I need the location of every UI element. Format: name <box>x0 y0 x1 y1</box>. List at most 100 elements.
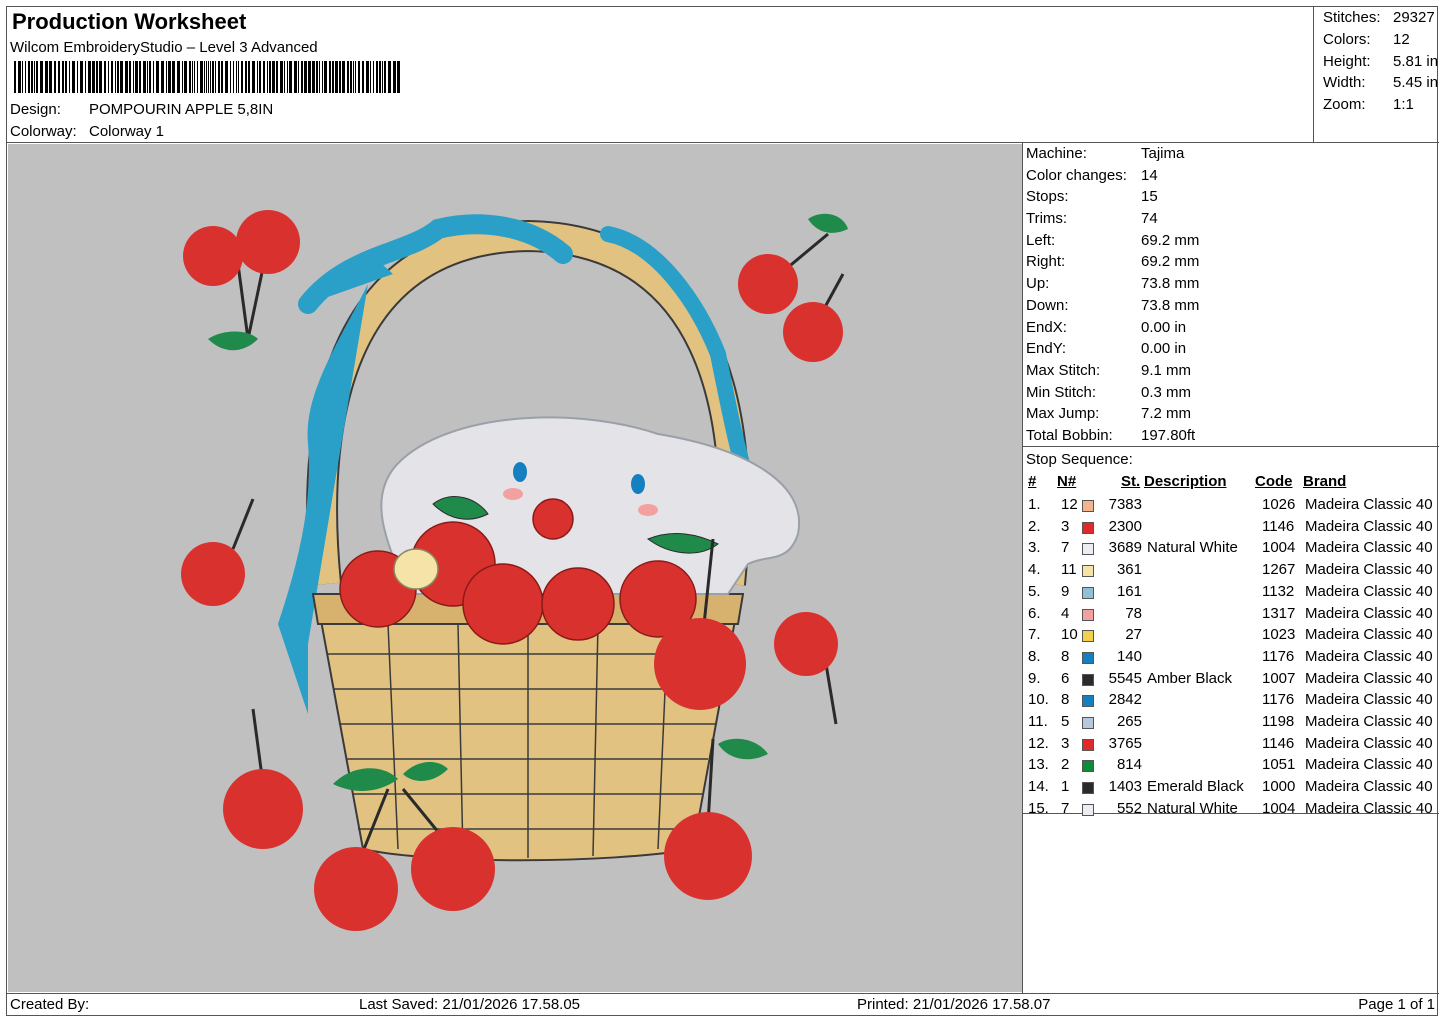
machine-row: Up: 73.8 mm <box>1025 275 1439 297</box>
stop-row: 2. 3 2300 1146 Madeira Classic 40 <box>1025 518 1439 540</box>
machine-row-value: 0.3 mm <box>1141 383 1192 401</box>
stop-stitches: 2842 <box>1108 691 1142 709</box>
stop-stitches: 265 <box>1116 713 1142 730</box>
barcode-image <box>14 61 400 93</box>
col-header-code: Code <box>1255 473 1293 490</box>
stop-stitches: 161 <box>1116 582 1142 600</box>
machine-row-label: Max Jump: <box>1026 405 1100 423</box>
stop-row: 12. 3 3765 1146 Madeira Classic 40 <box>1025 735 1439 757</box>
stop-index: 4. <box>1028 561 1041 579</box>
stop-row: 15. 7 552 Natural White 1004 Madeira Classic … <box>1025 800 1439 822</box>
stop-needle: 8 <box>1061 647 1070 665</box>
machine-row-value: 15 <box>1141 188 1158 206</box>
machine-row-label: Machine: <box>1026 145 1087 162</box>
machine-row-label: Trims: <box>1026 210 1068 228</box>
stop-needle: 4 <box>1061 604 1070 622</box>
stop-row: 5. 9 161 1132 Madeira Classic 40 <box>1025 583 1439 605</box>
stop-needle: 10 <box>1061 626 1078 644</box>
stop-code: 1267 <box>1262 561 1296 579</box>
stop-code: 1051 <box>1262 756 1296 774</box>
stop-code: 1004 <box>1262 799 1296 817</box>
col-header-brand: Brand <box>1303 473 1347 490</box>
stop-code: 1146 <box>1262 517 1295 535</box>
machine-row-label: Stops: <box>1026 188 1069 206</box>
machine-row: Trims: 74 <box>1025 210 1439 232</box>
stop-brand: Madeira Classic 40 <box>1305 604 1433 622</box>
stop-needle: 5 <box>1061 713 1070 730</box>
page-title: Production Worksheet <box>12 9 247 34</box>
col-header-description: Description <box>1144 473 1227 490</box>
stop-needle: 8 <box>1061 691 1070 709</box>
machine-row: EndX: 0.00 in <box>1025 319 1439 341</box>
machine-row-value: 74 <box>1141 210 1158 228</box>
machine-row: Min Stitch: 0.3 mm <box>1025 384 1439 406</box>
stop-code: 1176 <box>1262 691 1295 709</box>
colorway-label: Colorway: <box>10 123 77 140</box>
stop-description: Natural White <box>1147 539 1238 557</box>
stop-row: 14. 1 1403 Emerald Black 1000 Madeira Classic… <box>1025 778 1439 800</box>
stop-index: 7. <box>1028 626 1041 644</box>
machine-row-value: 7.2 mm <box>1141 405 1192 423</box>
stop-needle: 11 <box>1061 561 1077 579</box>
stop-index: 9. <box>1028 669 1041 687</box>
stop-code: 1026 <box>1262 496 1296 513</box>
stop-index: 10. <box>1028 691 1049 709</box>
stop-description: Emerald Black <box>1147 778 1244 796</box>
machine-row: Color changes: 14 <box>1025 167 1439 189</box>
machine-row-value: 69.2 mm <box>1141 231 1200 249</box>
stop-code: 1317 <box>1262 604 1296 622</box>
colorway-value: Colorway 1 <box>89 123 165 140</box>
production-worksheet: Production Worksheet Wilcom EmbroiderySt… <box>6 6 1439 1016</box>
machine-row-label: Left: <box>1026 231 1056 249</box>
col-header-needle: N# <box>1057 473 1077 490</box>
stop-stitches: 3689 <box>1108 539 1142 557</box>
footer: Created By: Last Saved: 21/01/2026 17.58… <box>7 994 1439 1016</box>
stop-code: 1198 <box>1262 713 1295 730</box>
last-saved: Last Saved: 21/01/2026 17.58.05 <box>359 996 581 1013</box>
machine-row-label: Down: <box>1026 296 1069 314</box>
stop-index: 5. <box>1028 582 1041 600</box>
stop-index: 13. <box>1028 756 1049 774</box>
summary-stitches: Stitches: 29327 <box>1323 9 1435 26</box>
color-swatch <box>1082 543 1094 556</box>
stop-row: 1. 12 7383 1026 Madeira Classic 40 <box>1025 496 1439 518</box>
stop-description: Amber Black <box>1147 669 1233 687</box>
machine-row: Down: 73.8 mm <box>1025 297 1439 319</box>
stop-needle: 3 <box>1061 517 1070 535</box>
color-swatch <box>1082 608 1094 621</box>
stop-code: 1004 <box>1262 539 1296 557</box>
stop-brand: Madeira Classic 40 <box>1305 647 1433 665</box>
stop-row: 6. 4 78 1317 Madeira Classic 40 <box>1025 605 1439 627</box>
created-by: Created By: <box>10 996 90 1013</box>
stop-row: 11. 5 265 1198 Madeira Classic 40 <box>1025 713 1439 735</box>
machine-row-label: Total Bobbin: <box>1026 426 1113 444</box>
stop-needle: 7 <box>1061 799 1070 817</box>
color-swatch <box>1082 803 1094 816</box>
stop-needle: 6 <box>1061 669 1070 687</box>
stop-row: 7. 10 27 1023 Madeira Classic 40 <box>1025 626 1439 648</box>
stop-brand: Madeira Classic 40 <box>1305 799 1433 817</box>
stop-index: 2. <box>1028 517 1041 535</box>
stop-code: 1146 <box>1262 734 1295 752</box>
machine-row-label: EndY: <box>1026 340 1067 358</box>
machine-row: Right: 69.2 mm <box>1025 253 1439 275</box>
stop-stitches: 3765 <box>1108 734 1142 752</box>
stop-brand: Madeira Classic 40 <box>1305 626 1433 644</box>
stop-code: 1023 <box>1262 626 1296 644</box>
machine-row-value: 73.8 mm <box>1141 296 1200 314</box>
stop-code: 1000 <box>1262 778 1296 796</box>
stop-stitches: 7383 <box>1108 496 1142 513</box>
machine-row: EndY: 0.00 in <box>1025 340 1439 362</box>
stop-brand: Madeira Classic 40 <box>1305 669 1433 687</box>
stop-brand: Madeira Classic 40 <box>1305 778 1433 796</box>
stop-index: 1. <box>1028 496 1041 513</box>
stop-brand: Madeira Classic 40 <box>1305 561 1433 579</box>
summary-colors: Colors: 12 <box>1323 31 1410 48</box>
header-divider <box>7 142 1439 143</box>
stop-stitches: 2300 <box>1108 517 1142 535</box>
stop-stitches: 361 <box>1116 561 1142 579</box>
stop-stitches: 27 <box>1125 626 1142 644</box>
design-preview <box>8 144 1022 992</box>
machine-row-value: 9.1 mm <box>1141 361 1192 379</box>
machine-row-value: 0.00 in <box>1141 318 1187 336</box>
